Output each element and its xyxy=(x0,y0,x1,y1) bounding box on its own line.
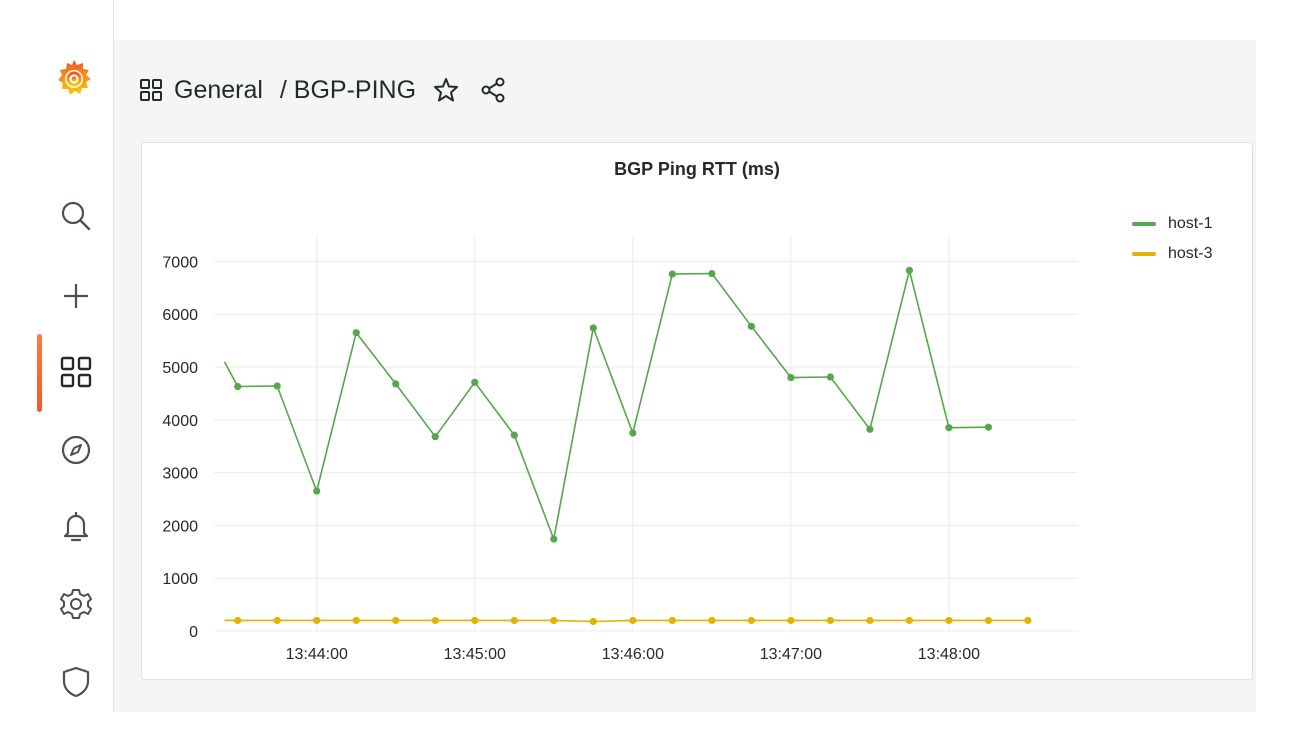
data-point-host-1 xyxy=(747,322,755,330)
sidebar xyxy=(0,0,114,712)
data-point-host-1 xyxy=(866,425,874,433)
data-point-host-3 xyxy=(313,616,321,625)
legend-label-host-1: host-1 xyxy=(1168,215,1213,232)
plus-icon[interactable] xyxy=(56,276,96,316)
star-icon[interactable] xyxy=(432,76,460,104)
breadcrumb-folder[interactable]: General xyxy=(174,76,263,105)
x-tick-label: 13:47:00 xyxy=(760,646,822,663)
data-point-host-1 xyxy=(629,429,637,437)
chart-svg: 0 1000 2000 3000 4000 5000 6000 7000 13:44:00 13:… xyxy=(162,235,1078,663)
data-point-host-1 xyxy=(668,270,676,278)
data-point-host-1 xyxy=(392,380,400,388)
x-tick-label: 13:48:00 xyxy=(918,646,980,663)
data-point-host-1 xyxy=(589,324,597,332)
data-point-host-3 xyxy=(273,616,281,625)
active-indicator xyxy=(37,334,42,412)
data-point-host-3 xyxy=(945,616,953,625)
data-point-host-3 xyxy=(510,616,518,625)
legend-item-host-1[interactable]: host-1 xyxy=(1132,209,1212,239)
dashboards-icon[interactable] xyxy=(56,352,96,392)
y-tick-label: 4000 xyxy=(162,413,198,430)
data-point-host-1 xyxy=(550,535,558,543)
shield-icon[interactable] xyxy=(56,662,96,702)
y-tick-label: 7000 xyxy=(162,254,198,271)
data-point-host-1 xyxy=(708,269,716,278)
share-icon[interactable] xyxy=(480,76,508,104)
alerting-icon[interactable] xyxy=(56,506,96,546)
legend-swatch-host-1 xyxy=(1132,222,1156,226)
y-tick-label: 1000 xyxy=(162,571,198,588)
data-point-host-3 xyxy=(866,616,874,625)
search-icon[interactable] xyxy=(56,196,96,236)
data-point-host-1 xyxy=(352,329,360,337)
data-point-host-1 xyxy=(984,423,993,431)
data-point-host-3 xyxy=(431,616,439,625)
data-point-host-3 xyxy=(1024,616,1032,625)
data-point-host-3 xyxy=(905,616,914,625)
legend-label-host-3: host-3 xyxy=(1168,245,1213,262)
y-tick-label: 6000 xyxy=(162,307,198,324)
data-point-host-3 xyxy=(747,616,755,625)
data-point-host-3 xyxy=(589,617,597,626)
data-point-host-1 xyxy=(510,431,518,439)
data-point-host-3 xyxy=(352,616,360,625)
data-point-host-3 xyxy=(826,616,834,625)
chart-legend: host-1 host-3 xyxy=(1132,209,1212,269)
data-point-host-1 xyxy=(431,433,439,441)
legend-item-host-3[interactable]: host-3 xyxy=(1132,239,1212,269)
x-tick-label: 13:44:00 xyxy=(286,646,348,663)
breadcrumb-separator: / xyxy=(272,75,294,104)
data-point-host-1 xyxy=(787,373,795,382)
y-tick-label: 5000 xyxy=(162,360,198,377)
data-point-host-3 xyxy=(708,616,716,625)
data-point-host-1 xyxy=(826,373,834,381)
data-point-host-3 xyxy=(668,616,676,625)
grafana-logo-icon[interactable] xyxy=(52,56,96,100)
dashboard-grid-icon xyxy=(138,77,164,103)
x-tick-label: 13:45:00 xyxy=(444,646,506,663)
y-tick-label: 0 xyxy=(189,624,198,641)
data-point-host-1 xyxy=(945,424,953,432)
legend-swatch-host-3 xyxy=(1132,252,1156,256)
data-point-host-3 xyxy=(550,616,558,625)
settings-icon[interactable] xyxy=(56,584,96,624)
data-point-host-1 xyxy=(273,382,281,390)
data-point-host-1 xyxy=(471,378,479,386)
graph-panel[interactable]: BGP Ping RTT (ms) 0 1000 2000 3000 4000 5000 6… xyxy=(141,142,1253,680)
breadcrumb: General / BGP-PING xyxy=(138,70,508,110)
y-tick-label: 2000 xyxy=(162,518,198,535)
y-tick-label: 3000 xyxy=(162,466,198,483)
data-point-host-1 xyxy=(905,266,914,274)
data-point-host-3 xyxy=(392,616,400,625)
data-point-host-3 xyxy=(471,616,479,625)
explore-icon[interactable] xyxy=(56,430,96,470)
data-point-host-3 xyxy=(787,616,795,625)
data-point-host-3 xyxy=(234,616,242,625)
data-point-host-1 xyxy=(234,382,242,391)
breadcrumb-dashboard-title[interactable]: BGP-PING xyxy=(294,76,416,105)
data-point-host-3 xyxy=(629,616,637,625)
x-tick-label: 13:46:00 xyxy=(602,646,664,663)
data-point-host-1 xyxy=(313,487,321,495)
data-point-host-3 xyxy=(984,616,993,625)
series-line-host-1 xyxy=(223,270,989,543)
